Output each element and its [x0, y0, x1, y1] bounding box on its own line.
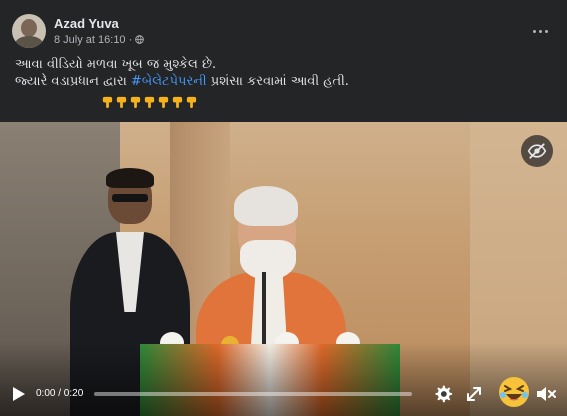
post-meta: Azad Yuva 8 July at 16:10 ·	[54, 16, 145, 47]
post-timestamp[interactable]: 8 July at 16:10	[54, 33, 126, 47]
author-name[interactable]: Azad Yuva	[54, 16, 144, 31]
laughing-emoji-icon[interactable]	[497, 375, 531, 409]
video-progress-bar[interactable]	[94, 392, 412, 396]
post-header: Azad Yuva 8 July at 16:10 ·	[12, 13, 145, 49]
backhand-index-pointing-down-icon	[144, 96, 155, 109]
backhand-index-pointing-down-icon	[130, 96, 141, 109]
video-time: 0:00 / 0:20	[36, 388, 84, 399]
post-text: આવા વીડિયો મળવા ખૂબ જ મુશ્કેલ છે. જ્યારે…	[15, 56, 555, 90]
gear-icon[interactable]	[433, 384, 453, 404]
post-text-line-2: જ્યારે વડાપ્રધાન દ્વારા #બેલેટપેપરની પ્ર…	[15, 73, 555, 90]
backhand-index-pointing-down-icon	[158, 96, 169, 109]
play-icon[interactable]	[12, 386, 26, 402]
globe-icon	[135, 35, 145, 44]
volume-muted-icon[interactable]	[536, 385, 556, 403]
post-card: Azad Yuva 8 July at 16:10 · આવા વીડિયો મ…	[0, 0, 567, 416]
avatar[interactable]	[12, 14, 46, 48]
video-player[interactable]	[0, 122, 567, 416]
more-horizontal-icon[interactable]	[531, 22, 549, 40]
backhand-index-pointing-down-icon	[172, 96, 183, 109]
eye-slash-icon[interactable]	[521, 135, 553, 167]
post-text-line-2-end: પ્રશંસા કરવામાં આવી હતી.	[206, 74, 349, 89]
video-controls: 0:00 / 0:20	[0, 377, 567, 410]
post-text-line-2-start: જ્યારે વડાપ્રધાન દ્વારા	[15, 74, 131, 89]
separator: ·	[128, 33, 133, 46]
hashtag-link[interactable]: #બેલેટપેપરની	[131, 74, 207, 89]
backhand-index-pointing-down-icon	[102, 96, 113, 109]
backhand-index-pointing-down-icon	[116, 96, 127, 109]
backhand-index-pointing-down-icon	[186, 96, 197, 109]
fullscreen-icon[interactable]	[465, 385, 483, 403]
emoji-row	[101, 96, 198, 109]
post-text-line-1: આવા વીડિયો મળવા ખૂબ જ મુશ્કેલ છે.	[15, 57, 217, 72]
post-subtitle: 8 July at 16:10 ·	[54, 33, 145, 47]
